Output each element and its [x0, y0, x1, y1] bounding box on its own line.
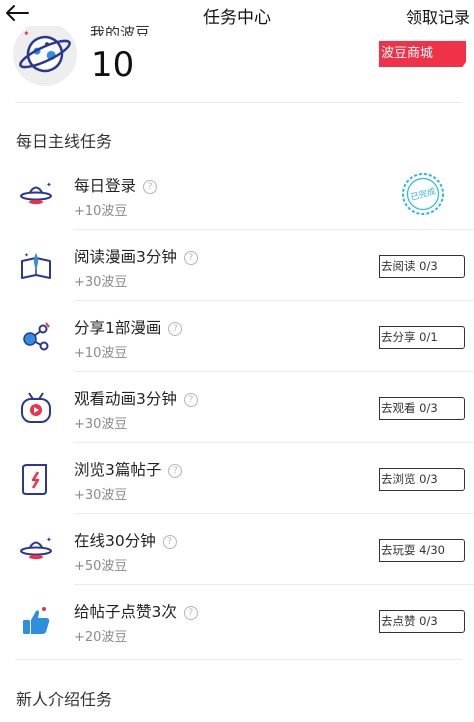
go-like-button[interactable]: 去点赞 0/3	[379, 610, 465, 633]
task-name: 浏览3篇帖子?	[74, 458, 183, 480]
ufo-icon: ✦	[20, 536, 52, 560]
svg-text:✦: ✦	[24, 252, 29, 259]
thumbs-up-icon	[23, 607, 50, 634]
help-icon[interactable]: ?	[168, 322, 183, 336]
help-icon[interactable]: ?	[183, 393, 198, 407]
go-watch-button[interactable]: 去观看 0/3	[379, 397, 465, 420]
task-reward: +30波豆	[74, 275, 128, 290]
task-reward: +30波豆	[74, 417, 128, 432]
divider	[15, 659, 462, 660]
go-play-button[interactable]: 去玩耍 4/30	[379, 539, 465, 562]
help-icon[interactable]: ?	[143, 180, 158, 194]
task-name: 给帖子点赞3次?	[74, 600, 198, 622]
svg-text:✦: ✦	[46, 536, 52, 544]
task-name: 阅读漫画3分钟?	[74, 245, 198, 267]
claim-history-link[interactable]: 领取记录	[406, 4, 470, 28]
page-title: 任务中心	[203, 8, 271, 28]
task-reward: +30波豆	[74, 488, 128, 503]
book-icon: ✦	[21, 252, 51, 279]
mall-button[interactable]: 波豆商城	[379, 41, 466, 67]
help-icon[interactable]: ?	[183, 251, 198, 265]
task-name: 观看动画3分钟?	[74, 387, 198, 409]
task-row-browse-posts: 浏览3篇帖子? +30波豆 去浏览 0/3	[0, 443, 474, 514]
balance-summary: ✦ 我的波豆 10 波豆商城	[0, 22, 474, 102]
task-row-like-posts: 给帖子点赞3次? +20波豆 去点赞 0/3	[0, 585, 474, 656]
share-icon	[23, 322, 50, 351]
task-reward: +20波豆	[74, 630, 128, 645]
balance-value: 10	[91, 45, 135, 85]
task-row-share-comic: 分享1部漫画? +10波豆 去分享 0/1	[0, 301, 474, 372]
help-icon[interactable]: ?	[168, 464, 183, 478]
svg-text:✦: ✦	[23, 29, 30, 38]
go-browse-button[interactable]: 去浏览 0/3	[379, 468, 465, 491]
completed-stamp-text: 已完成	[409, 186, 437, 203]
task-row-online-time: ✦ 在线30分钟? +50波豆 去玩耍 4/30	[0, 514, 474, 585]
help-icon[interactable]: ?	[162, 535, 177, 549]
task-name: 每日登录?	[74, 174, 158, 196]
task-reward: +10波豆	[74, 204, 128, 219]
divider	[15, 102, 462, 103]
task-row-read-comic: ✦ 阅读漫画3分钟? +30波豆 去阅读 0/3	[0, 230, 474, 301]
help-icon[interactable]: ?	[183, 606, 198, 620]
top-bar: 任务中心 领取记录	[0, 0, 474, 28]
task-reward: +10波豆	[74, 346, 128, 361]
task-name: 分享1部漫画?	[74, 316, 183, 338]
daily-section-title: 每日主线任务	[16, 132, 113, 151]
go-read-button[interactable]: 去阅读 0/3	[379, 255, 465, 278]
task-reward: +50波豆	[74, 559, 128, 574]
ufo-icon: ✦	[20, 181, 52, 205]
go-share-button[interactable]: 去分享 0/1	[379, 326, 465, 349]
tv-icon	[21, 392, 51, 423]
completed-stamp-icon: 已完成	[402, 173, 444, 215]
planet-avatar-icon: ✦	[13, 22, 77, 86]
newbie-section-title: 新人介绍任务	[16, 690, 113, 709]
scroll-icon	[22, 464, 47, 495]
svg-text:✦: ✦	[46, 181, 52, 189]
task-name: 在线30分钟?	[74, 529, 177, 551]
task-row-watch-anime: 观看动画3分钟? +30波豆 去观看 0/3	[0, 372, 474, 443]
